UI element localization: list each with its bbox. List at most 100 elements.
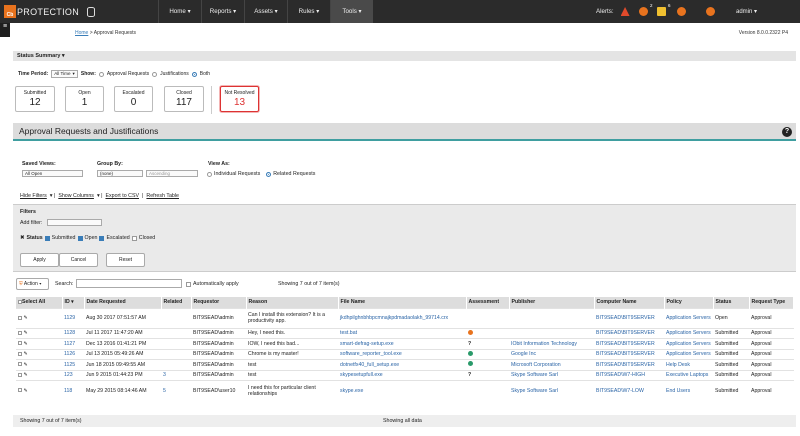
logo[interactable]: Cb PROTECTION <box>0 0 150 23</box>
col-select-all[interactable]: Select All <box>16 297 63 308</box>
card-submitted[interactable]: Submitted 12 <box>15 86 55 112</box>
breadcrumb-home[interactable]: Home <box>75 30 88 36</box>
cancel-button[interactable]: Cancel <box>59 253 98 267</box>
col-request-type[interactable]: Request Type <box>749 297 794 308</box>
computer-link[interactable]: BIT9SEAD\BIT9SERVER <box>596 351 655 357</box>
nav-reports[interactable]: Reports ▾ <box>201 0 244 23</box>
card-open[interactable]: Open 1 <box>65 86 104 112</box>
row-select[interactable]: ✎ <box>16 307 62 328</box>
publisher-link[interactable]: Skype Software Sarl <box>511 388 558 394</box>
table-row[interactable]: ✎ 1126 Jul 13 2015 05:49:26 AM BIT9SEAD\adm… <box>16 348 794 360</box>
radio-approval-requests[interactable] <box>98 71 104 77</box>
row-checkbox[interactable] <box>18 341 22 346</box>
policy-link[interactable]: Application Servers <box>666 330 711 336</box>
publisher-link[interactable]: IObit Information Technology <box>511 341 577 347</box>
row-select[interactable]: ✎ <box>16 380 62 401</box>
computer-link[interactable]: BIT9SEAD\BIT9SERVER <box>596 362 655 368</box>
apply-button[interactable]: Apply <box>20 253 59 267</box>
action-button[interactable]: ⛨ Action ▾ <box>16 278 49 290</box>
edit-icon[interactable]: ✎ <box>23 351 27 357</box>
edit-icon[interactable]: ✎ <box>23 315 27 321</box>
col-date[interactable]: Date Requested <box>84 297 162 308</box>
table-row[interactable]: ✎ 1129 Aug 30 2017 07:51:57 AM BIT9SEAD\adm… <box>16 307 794 328</box>
card-closed[interactable]: Closed 117 <box>164 86 204 112</box>
col-assessment[interactable]: Assessment <box>466 297 510 308</box>
publisher-link[interactable]: Skype Software Sarl <box>511 372 558 378</box>
table-row[interactable]: ✎ 123 Jun 9 2015 01:44:23 PM 3 BIT9SEAD\admi… <box>16 369 794 381</box>
row-checkbox[interactable] <box>18 372 22 377</box>
chk-closed[interactable] <box>131 235 137 241</box>
warning-alert-icon[interactable]: 2 <box>638 3 653 16</box>
status-summary-header[interactable]: Status Summary ▾ <box>13 51 796 61</box>
policy-link[interactable]: Help Desk <box>666 362 690 368</box>
card-not-resolved[interactable]: Not Resolved 13 <box>220 86 259 112</box>
chk-open[interactable] <box>77 235 83 241</box>
radio-justifications[interactable] <box>152 71 158 77</box>
policy-link[interactable]: End Users <box>666 388 690 394</box>
row-select[interactable]: ✎ <box>16 327 62 339</box>
edit-icon[interactable]: ✎ <box>23 388 27 394</box>
table-row[interactable]: ✎ 118 May 29 2015 08:14:46 AM 5 BIT9SEAD\use… <box>16 380 794 401</box>
request-id-link[interactable]: 123 <box>64 372 73 378</box>
col-requestor[interactable]: Requestor <box>191 297 247 308</box>
policy-link[interactable]: Application Servers <box>666 315 711 321</box>
publisher-link[interactable]: Microsoft Corporation <box>511 362 561 368</box>
gear-icon[interactable] <box>677 7 686 16</box>
file-name-link[interactable]: skypesetupfull.exe <box>340 372 383 378</box>
notice-alert-icon[interactable]: 6 <box>656 3 671 16</box>
row-checkbox[interactable] <box>18 388 22 393</box>
row-select[interactable]: ✎ <box>16 359 62 370</box>
card-escalated[interactable]: Escalated 0 <box>114 86 153 112</box>
sort-order-select[interactable]: Ascending <box>146 170 198 177</box>
refresh-table-link[interactable]: Refresh Table <box>146 193 179 199</box>
reset-button[interactable]: Reset <box>106 253 145 267</box>
related-link[interactable]: 5 <box>163 388 166 394</box>
edit-icon[interactable]: ✎ <box>23 372 27 378</box>
remove-filter-icon[interactable]: ✖ <box>20 235 24 241</box>
row-select[interactable]: ✎ <box>16 369 62 381</box>
user-menu[interactable]: admin ▾ <box>736 0 757 23</box>
chk-auto-apply[interactable] <box>186 281 191 287</box>
critical-alert-icon[interactable]: 3 <box>620 7 630 16</box>
computer-link[interactable]: BIT9SEAD\W7-LOW <box>596 388 644 394</box>
saved-views-select[interactable]: All Open <box>22 170 83 177</box>
hide-filters-link[interactable]: Hide Filters <box>20 193 47 199</box>
menu-icon[interactable]: ≡ <box>0 23 10 37</box>
search-input[interactable] <box>76 279 182 288</box>
col-reason[interactable]: Reason <box>246 297 339 308</box>
edit-icon[interactable]: ✎ <box>23 362 27 368</box>
policy-link[interactable]: Application Servers <box>666 351 711 357</box>
add-filter-select[interactable] <box>47 219 102 226</box>
show-columns-link[interactable]: Show Columns <box>58 193 94 199</box>
file-name-link[interactable]: test.bat <box>340 330 357 336</box>
col-policy[interactable]: Policy <box>664 297 714 308</box>
row-select[interactable]: ✎ <box>16 348 62 360</box>
file-name-link[interactable]: smart-defrag-setup.exe <box>340 341 394 347</box>
request-id-link[interactable]: 1128 <box>64 330 75 336</box>
nav-rules[interactable]: Rules ▾ <box>287 0 330 23</box>
col-related[interactable]: Related <box>161 297 192 308</box>
row-checkbox[interactable] <box>18 315 22 320</box>
file-name-link[interactable]: software_reporter_tool.exe <box>340 351 402 357</box>
chk-escalated[interactable] <box>99 235 105 241</box>
nav-assets[interactable]: Assets ▾ <box>244 0 287 23</box>
col-status[interactable]: Status <box>713 297 750 308</box>
edit-icon[interactable]: ✎ <box>23 341 27 347</box>
computer-link[interactable]: BIT9SEAD\W7-HIGH <box>596 372 645 378</box>
row-checkbox[interactable] <box>18 362 22 367</box>
computer-link[interactable]: BIT9SEAD\BIT9SERVER <box>596 330 655 336</box>
file-name-link[interactable]: dotnetfx40_full_setup.exe <box>340 362 399 368</box>
help-icon[interactable] <box>706 7 715 16</box>
radio-individual-requests[interactable] <box>207 171 212 177</box>
request-id-link[interactable]: 118 <box>64 388 72 394</box>
table-row[interactable]: ✎ 1125 Jun 18 2015 09:49:55 AM BIT9SEAD\adm… <box>16 359 794 370</box>
nav-home[interactable]: Home ▾ <box>158 0 201 23</box>
policy-link[interactable]: Application Servers <box>666 341 711 347</box>
database-icon[interactable] <box>87 6 96 17</box>
col-file-name[interactable]: File Name <box>338 297 467 308</box>
row-checkbox[interactable] <box>18 351 22 356</box>
group-by-select[interactable]: (none) <box>97 170 143 177</box>
table-row[interactable]: ✎ 1127 Dec 13 2016 01:41:21 PM BIT9SEAD\adm… <box>16 338 794 349</box>
request-id-link[interactable]: 1125 <box>64 362 75 368</box>
file-name-link[interactable]: skype.exe <box>340 388 363 394</box>
